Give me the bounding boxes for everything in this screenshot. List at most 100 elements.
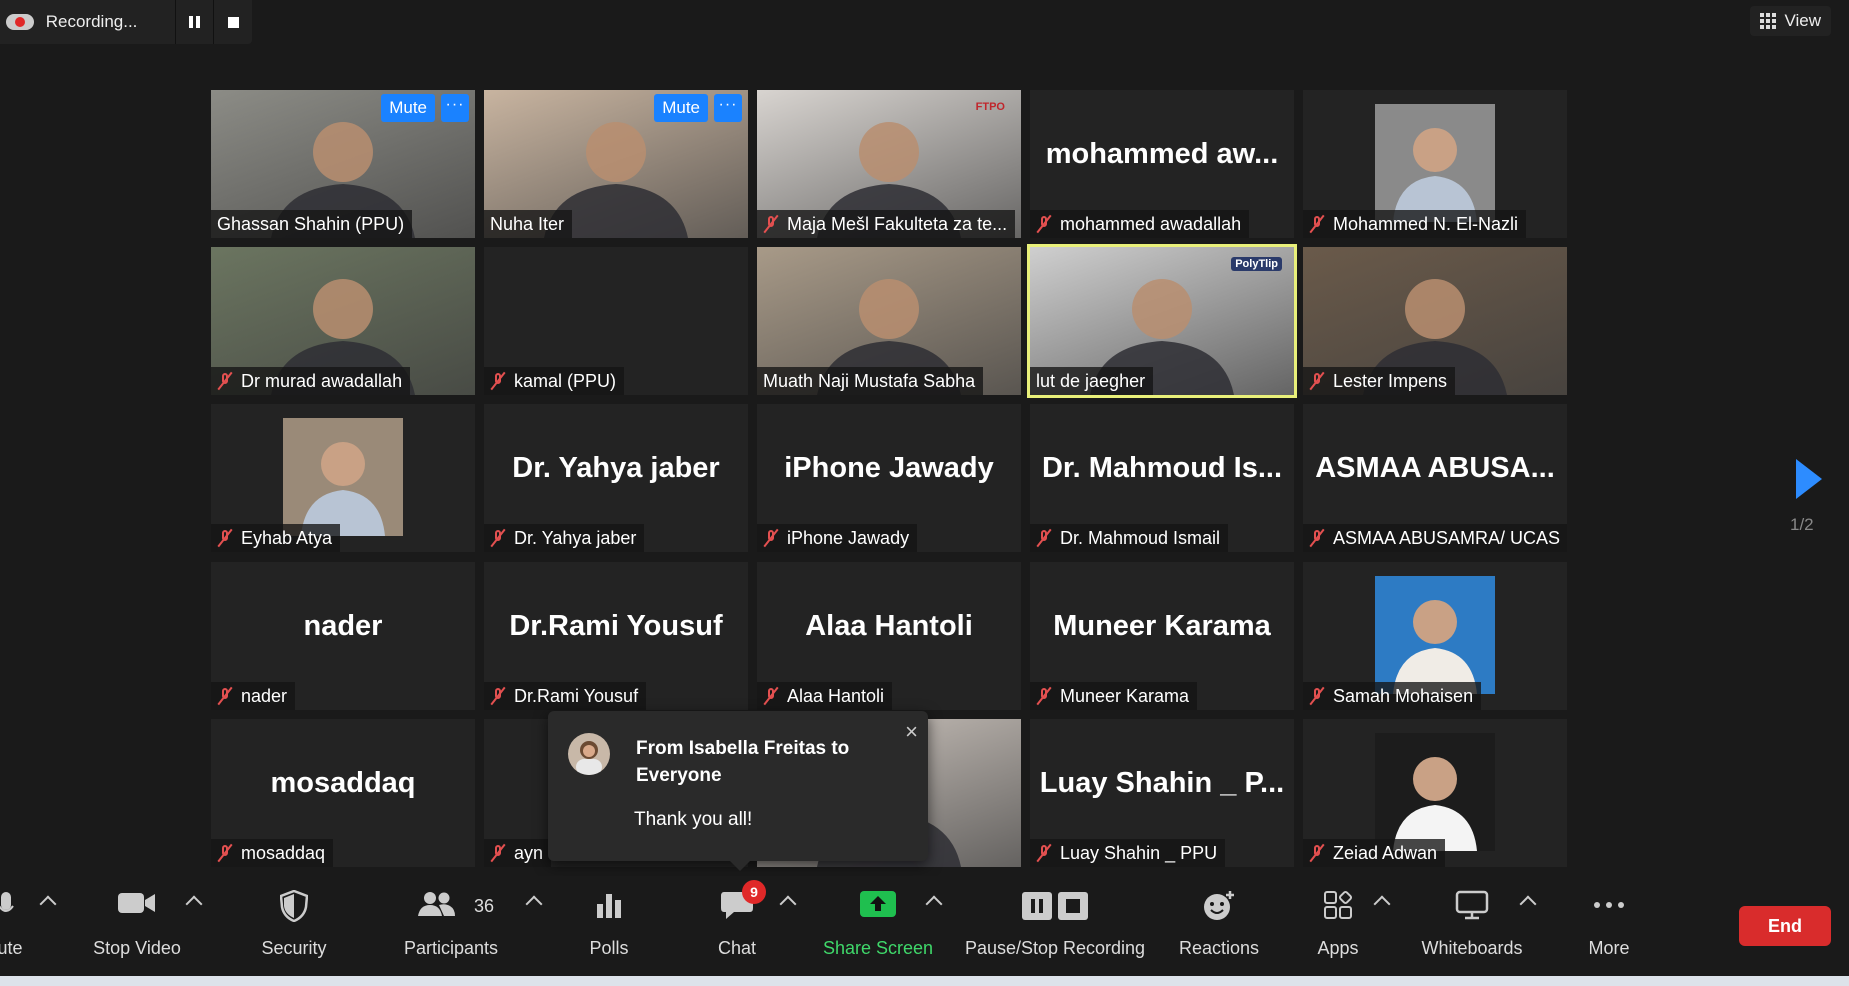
participant-display-name: Alaa Hantoli <box>805 610 973 642</box>
participant-tile[interactable]: Muneer Karama Muneer Karama <box>1030 562 1294 710</box>
chat-button[interactable]: 9 Chat <box>702 876 772 976</box>
participant-video <box>1375 104 1495 222</box>
participant-tile[interactable]: Mute ··· Ghassan Shahin (PPU) <box>211 90 475 238</box>
participants-label: Participants <box>403 938 499 958</box>
participant-tile[interactable]: Dr. Yahya jaber Dr. Yahya jaber <box>484 404 748 552</box>
muted-mic-icon <box>217 528 233 548</box>
participant-tile[interactable]: Samah Mohaisen <box>1303 562 1567 710</box>
pause-stop-recording-label: Pause/Stop Recording <box>964 938 1146 958</box>
whiteboards-button[interactable]: Whiteboards <box>1414 876 1530 976</box>
participant-tile[interactable]: Alaa Hantoli Alaa Hantoli <box>757 562 1021 710</box>
muted-mic-icon <box>1309 371 1325 391</box>
chat-notification[interactable]: From Isabella Freitas to Everyone × Than… <box>548 711 928 871</box>
share-screen-label: Share Screen <box>822 938 934 958</box>
participants-count: 36 <box>474 896 495 916</box>
participant-name: ASMAA ABUSAMRA/ UCAS <box>1333 527 1561 548</box>
participant-tile[interactable]: mohammed aw... mohammed awadallah <box>1030 90 1294 238</box>
whiteboard-icon <box>1455 890 1489 920</box>
participant-tile[interactable]: Dr. Mahmoud Is... Dr. Mahmoud Ismail <box>1030 404 1294 552</box>
participant-tile[interactable]: Dr.Rami Yousuf Dr.Rami Yousuf <box>484 562 748 710</box>
participant-name-tag: ayn <box>484 839 552 867</box>
participant-tile[interactable]: kamal (PPU) <box>484 247 748 395</box>
cloud-recording-icon <box>6 11 36 33</box>
participant-video <box>1375 733 1495 851</box>
stop-recording-button[interactable] <box>213 0 252 44</box>
participant-name: Mohammed N. El-Nazli <box>1333 213 1519 234</box>
participant-name-tag: Luay Shahin _ PPU <box>1030 839 1226 867</box>
overlay-logo: PolyTlip <box>1231 257 1282 271</box>
participant-name: Zeiad Adwan <box>1333 842 1438 863</box>
stop-video-button[interactable]: Stop Video <box>82 876 192 976</box>
next-page-arrow-icon[interactable] <box>1796 459 1822 499</box>
pause-stop-recording-button[interactable]: Pause/Stop Recording <box>962 876 1148 976</box>
participants-options-caret[interactable] <box>525 895 543 913</box>
chat-options-caret[interactable] <box>779 895 797 913</box>
close-icon[interactable]: × <box>905 719 918 745</box>
security-button[interactable]: Security <box>248 876 340 976</box>
apps-button[interactable]: Apps <box>1302 876 1374 976</box>
muted-mic-icon <box>763 686 779 706</box>
view-button[interactable]: View <box>1750 6 1831 36</box>
participant-name: ayn <box>514 842 544 863</box>
muted-mic-icon <box>1036 528 1052 548</box>
unmute-label: ute <box>0 938 23 958</box>
muted-mic-icon <box>490 371 506 391</box>
participant-name-tag: ASMAA ABUSAMRA/ UCAS <box>1303 524 1567 552</box>
unmute-button[interactable]: ute <box>0 876 30 976</box>
os-taskbar <box>0 976 1849 986</box>
mute-participant-button[interactable]: Mute <box>654 94 708 122</box>
participant-tile[interactable]: Mohammed N. El-Nazli <box>1303 90 1567 238</box>
participant-tile[interactable]: Lester Impens <box>1303 247 1567 395</box>
participant-name-tag: Ghassan Shahin (PPU) <box>211 210 413 238</box>
mute-participant-button[interactable]: Mute <box>381 94 435 122</box>
participant-tile[interactable]: FTPO Maja Mešl Fakulteta za te... <box>757 90 1021 238</box>
participant-tile[interactable]: iPhone Jawady iPhone Jawady <box>757 404 1021 552</box>
participant-display-name: mosaddaq <box>270 767 416 799</box>
participant-tile[interactable]: Mute ··· Nuha Iter <box>484 90 748 238</box>
chat-message: Thank you all! <box>634 809 753 830</box>
participants-button[interactable]: 36 Participants <box>398 876 504 976</box>
participant-tile[interactable]: Dr murad awadallah <box>211 247 475 395</box>
pause-recording-button[interactable] <box>174 0 214 44</box>
overlay-logo: FTPO <box>975 101 1005 113</box>
more-button[interactable]: More <box>1576 876 1642 976</box>
audio-options-caret[interactable] <box>39 895 57 913</box>
share-screen-button[interactable]: Share Screen <box>820 876 936 976</box>
muted-mic-icon <box>217 843 233 863</box>
participant-display-name: ASMAA ABUSA... <box>1315 452 1555 484</box>
participant-display-name: mohammed aw... <box>1045 138 1279 170</box>
participant-tile[interactable]: nader nader <box>211 562 475 710</box>
participant-name: mosaddaq <box>241 842 326 863</box>
apps-options-caret[interactable] <box>1373 895 1391 913</box>
participant-name-tag: nader <box>211 682 296 710</box>
muted-mic-icon <box>763 214 779 234</box>
participant-name-tag: Alaa Hantoli <box>757 682 893 710</box>
more-dots-icon: ··· <box>718 96 738 113</box>
whiteboards-label: Whiteboards <box>1421 938 1523 958</box>
stop-video-label: Stop Video <box>93 938 181 958</box>
participant-tile[interactable]: Muath Naji Mustafa Sabha <box>757 247 1021 395</box>
muted-mic-icon <box>1309 214 1325 234</box>
video-camera-icon <box>118 893 155 913</box>
participant-name-tag: Dr murad awadallah <box>211 367 411 395</box>
polls-button[interactable]: Polls <box>574 876 644 976</box>
participant-video <box>283 418 403 536</box>
reactions-button[interactable]: Reactions <box>1174 876 1264 976</box>
chat-unread-badge: 9 <box>742 880 766 904</box>
more-label: More <box>1588 938 1630 958</box>
participant-tile[interactable]: Luay Shahin _ P... Luay Shahin _ PPU <box>1030 719 1294 867</box>
participant-display-name: iPhone Jawady <box>784 452 994 484</box>
participant-tile[interactable]: PolyTlip lut de jaegher <box>1027 244 1297 398</box>
participant-more-button[interactable]: ··· <box>714 94 742 122</box>
participant-tile[interactable]: Zeiad Adwan <box>1303 719 1567 867</box>
participant-more-button[interactable]: ··· <box>441 94 469 122</box>
participant-name: nader <box>241 685 288 706</box>
more-dots-icon: ··· <box>445 96 465 113</box>
participant-tile[interactable]: mosaddaq mosaddaq <box>211 719 475 867</box>
participant-tile[interactable]: ASMAA ABUSA... ASMAA ABUSAMRA/ UCAS <box>1303 404 1567 552</box>
participant-tile[interactable]: Eyhab Atya <box>211 404 475 552</box>
participant-name-tag: iPhone Jawady <box>757 524 918 552</box>
recording-label: Recording... <box>45 12 138 31</box>
end-meeting-button[interactable]: End <box>1739 906 1831 946</box>
participant-name: Dr murad awadallah <box>241 370 403 391</box>
